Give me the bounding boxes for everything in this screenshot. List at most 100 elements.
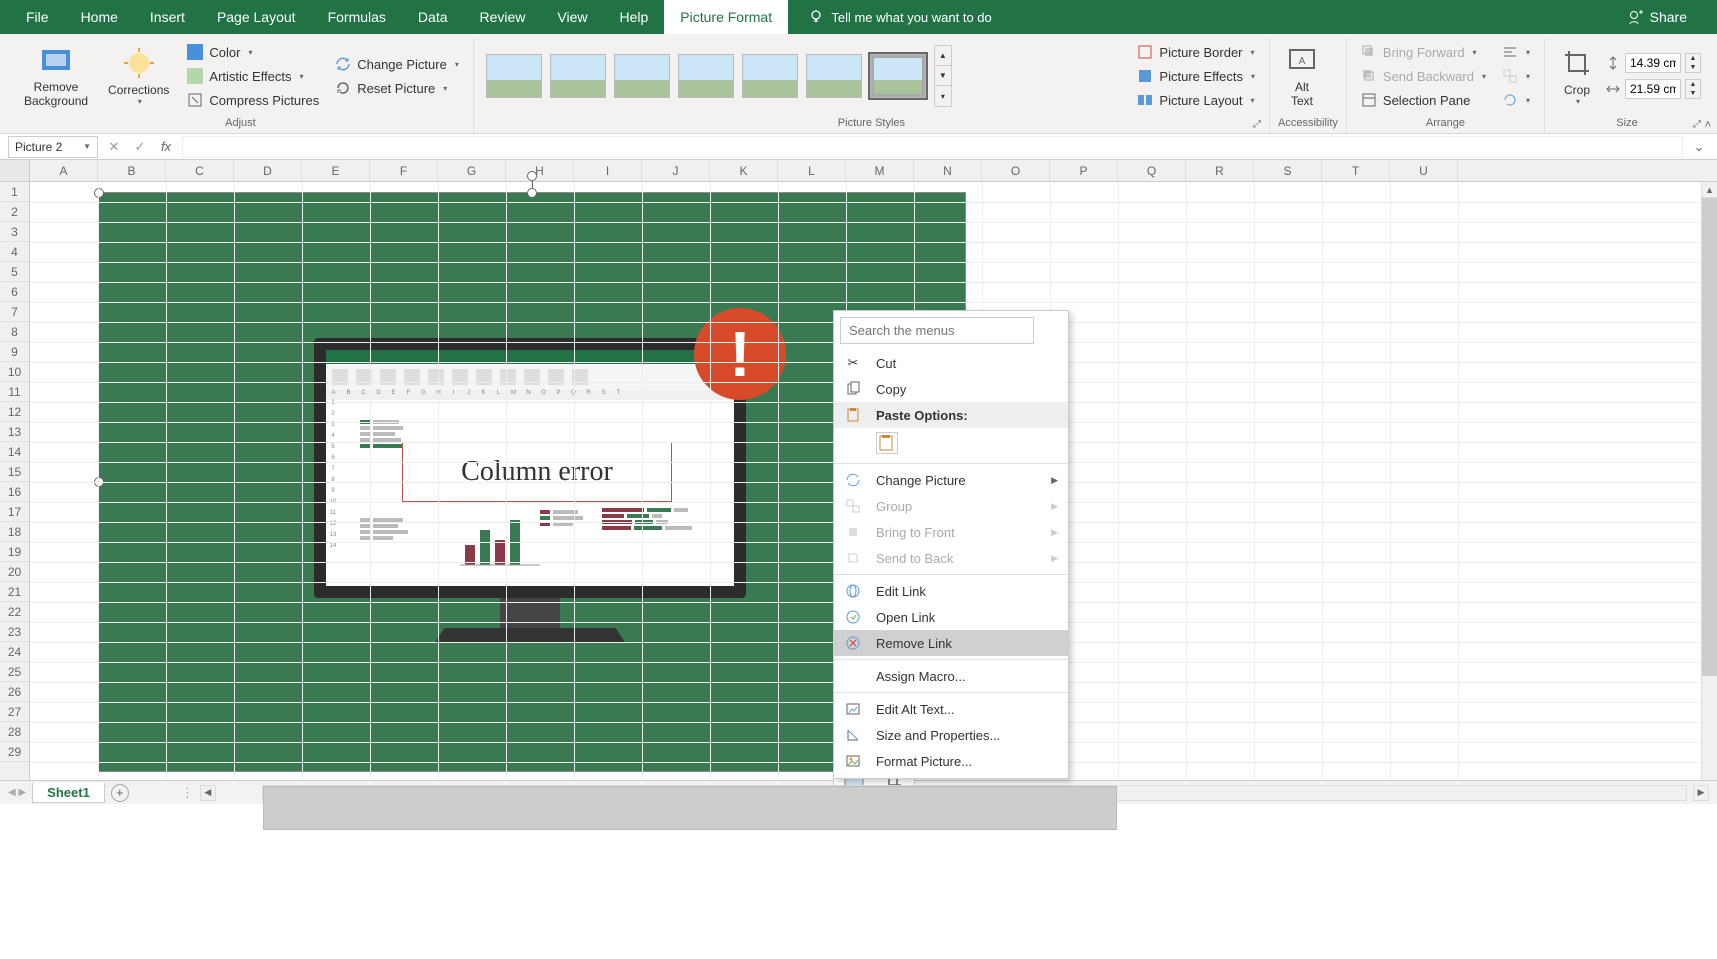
- row-header-2[interactable]: 2: [0, 202, 29, 222]
- style-thumb-5[interactable]: [742, 54, 798, 98]
- row-header-9[interactable]: 9: [0, 342, 29, 362]
- row-header-4[interactable]: 4: [0, 242, 29, 262]
- tab-picture-format[interactable]: Picture Format: [664, 0, 788, 34]
- col-header-R[interactable]: R: [1186, 160, 1254, 181]
- row-header-29[interactable]: 29: [0, 742, 29, 762]
- tab-insert[interactable]: Insert: [134, 0, 201, 34]
- resize-handle-tc[interactable]: [527, 188, 537, 198]
- horizontal-scrollbar[interactable]: [262, 785, 1687, 801]
- ctx-edit-alt-text[interactable]: Edit Alt Text...: [834, 696, 1068, 722]
- color-button[interactable]: Color▾: [181, 41, 325, 63]
- formula-input[interactable]: [182, 136, 1683, 158]
- col-header-E[interactable]: E: [302, 160, 370, 181]
- crop-button[interactable]: Crop ▾: [1553, 40, 1601, 112]
- alt-text-button[interactable]: A Alt Text: [1278, 40, 1326, 112]
- row-header-20[interactable]: 20: [0, 562, 29, 582]
- size-launcher[interactable]: ⤢: [1693, 119, 1705, 131]
- row-header-10[interactable]: 10: [0, 362, 29, 382]
- col-header-J[interactable]: J: [642, 160, 710, 181]
- style-thumb-2[interactable]: [550, 54, 606, 98]
- row-header-18[interactable]: 18: [0, 522, 29, 542]
- col-header-H[interactable]: H: [506, 160, 574, 181]
- scroll-thumb-h[interactable]: [263, 786, 1117, 830]
- row-header-22[interactable]: 22: [0, 602, 29, 622]
- col-header-U[interactable]: U: [1390, 160, 1458, 181]
- col-header-F[interactable]: F: [370, 160, 438, 181]
- col-header-M[interactable]: M: [846, 160, 914, 181]
- row-header-19[interactable]: 19: [0, 542, 29, 562]
- row-header-6[interactable]: 6: [0, 282, 29, 302]
- styles-launcher[interactable]: ⤢: [1253, 119, 1265, 131]
- row-header-26[interactable]: 26: [0, 682, 29, 702]
- name-box[interactable]: Picture 2▼: [8, 136, 98, 158]
- share-button[interactable]: Share: [1628, 9, 1707, 25]
- change-picture-button[interactable]: Change Picture▾: [329, 53, 465, 75]
- resize-handle-tl[interactable]: [94, 188, 104, 198]
- row-header-12[interactable]: 12: [0, 402, 29, 422]
- col-header-L[interactable]: L: [778, 160, 846, 181]
- fx-button[interactable]: fx: [156, 137, 176, 157]
- row-header-8[interactable]: 8: [0, 322, 29, 342]
- tab-file[interactable]: File: [10, 0, 65, 34]
- col-header-S[interactable]: S: [1254, 160, 1322, 181]
- style-thumb-3[interactable]: [614, 54, 670, 98]
- tab-formulas[interactable]: Formulas: [312, 0, 402, 34]
- style-thumb-7[interactable]: [870, 54, 926, 98]
- row-header-23[interactable]: 23: [0, 622, 29, 642]
- row-header-15[interactable]: 15: [0, 462, 29, 482]
- scroll-left-button[interactable]: ◀: [200, 785, 216, 801]
- new-sheet-button[interactable]: +: [111, 784, 129, 802]
- group-objects-button[interactable]: ▾: [1496, 65, 1536, 87]
- tab-data[interactable]: Data: [402, 0, 464, 34]
- tab-view[interactable]: View: [541, 0, 603, 34]
- row-header-7[interactable]: 7: [0, 302, 29, 322]
- tab-page-layout[interactable]: Page Layout: [201, 0, 312, 34]
- row-header-11[interactable]: 11: [0, 382, 29, 402]
- row-header-21[interactable]: 21: [0, 582, 29, 602]
- row-header-5[interactable]: 5: [0, 262, 29, 282]
- ctx-open-link[interactable]: Open Link: [834, 604, 1068, 630]
- expand-formula-bar[interactable]: ⌄: [1689, 137, 1709, 157]
- ctx-edit-link[interactable]: Edit Link: [834, 578, 1068, 604]
- sheet-tab-1[interactable]: Sheet1: [32, 783, 105, 803]
- col-header-G[interactable]: G: [438, 160, 506, 181]
- artistic-effects-button[interactable]: Artistic Effects▾: [181, 65, 325, 87]
- sheet-nav[interactable]: ◀ ▶: [8, 787, 26, 798]
- row-header-1[interactable]: 1: [0, 182, 29, 202]
- enter-formula-button[interactable]: ✓: [130, 137, 150, 157]
- width-input[interactable]: [1625, 79, 1681, 99]
- scroll-right-button[interactable]: ▶: [1693, 785, 1709, 801]
- col-header-N[interactable]: N: [914, 160, 982, 181]
- rotation-handle[interactable]: [527, 171, 537, 181]
- ctx-remove-link[interactable]: Remove Link: [834, 630, 1068, 656]
- col-header-C[interactable]: C: [166, 160, 234, 181]
- row-header-27[interactable]: 27: [0, 702, 29, 722]
- picture-layout-button[interactable]: Picture Layout▾: [1131, 89, 1261, 111]
- col-header-I[interactable]: I: [574, 160, 642, 181]
- ctx-change-picture[interactable]: Change Picture▶: [834, 467, 1068, 493]
- row-header-16[interactable]: 16: [0, 482, 29, 502]
- ctx-copy[interactable]: Copy: [834, 376, 1068, 402]
- gallery-down[interactable]: ▼: [935, 66, 951, 86]
- height-input[interactable]: [1625, 53, 1681, 73]
- row-header-14[interactable]: 14: [0, 442, 29, 462]
- menu-search-input[interactable]: [840, 317, 1034, 344]
- col-header-D[interactable]: D: [234, 160, 302, 181]
- gallery-up[interactable]: ▲: [935, 46, 951, 66]
- col-header-K[interactable]: K: [710, 160, 778, 181]
- row-header-28[interactable]: 28: [0, 722, 29, 742]
- gallery-more[interactable]: ▾: [935, 86, 951, 106]
- col-header-B[interactable]: B: [98, 160, 166, 181]
- tab-help[interactable]: Help: [604, 0, 665, 34]
- bring-forward-button[interactable]: Bring Forward▾: [1355, 41, 1492, 63]
- collapse-ribbon-button[interactable]: ˄: [1705, 119, 1711, 131]
- tab-home[interactable]: Home: [65, 0, 134, 34]
- row-header-24[interactable]: 24: [0, 642, 29, 662]
- vertical-scrollbar[interactable]: ▲: [1701, 182, 1717, 780]
- style-thumb-4[interactable]: [678, 54, 734, 98]
- rotate-button[interactable]: ▾: [1496, 89, 1536, 111]
- tab-review[interactable]: Review: [464, 0, 542, 34]
- ctx-format-picture[interactable]: Format Picture...: [834, 748, 1068, 774]
- picture-effects-button[interactable]: Picture Effects▾: [1131, 65, 1261, 87]
- height-spinner[interactable]: ▲▼: [1685, 53, 1701, 73]
